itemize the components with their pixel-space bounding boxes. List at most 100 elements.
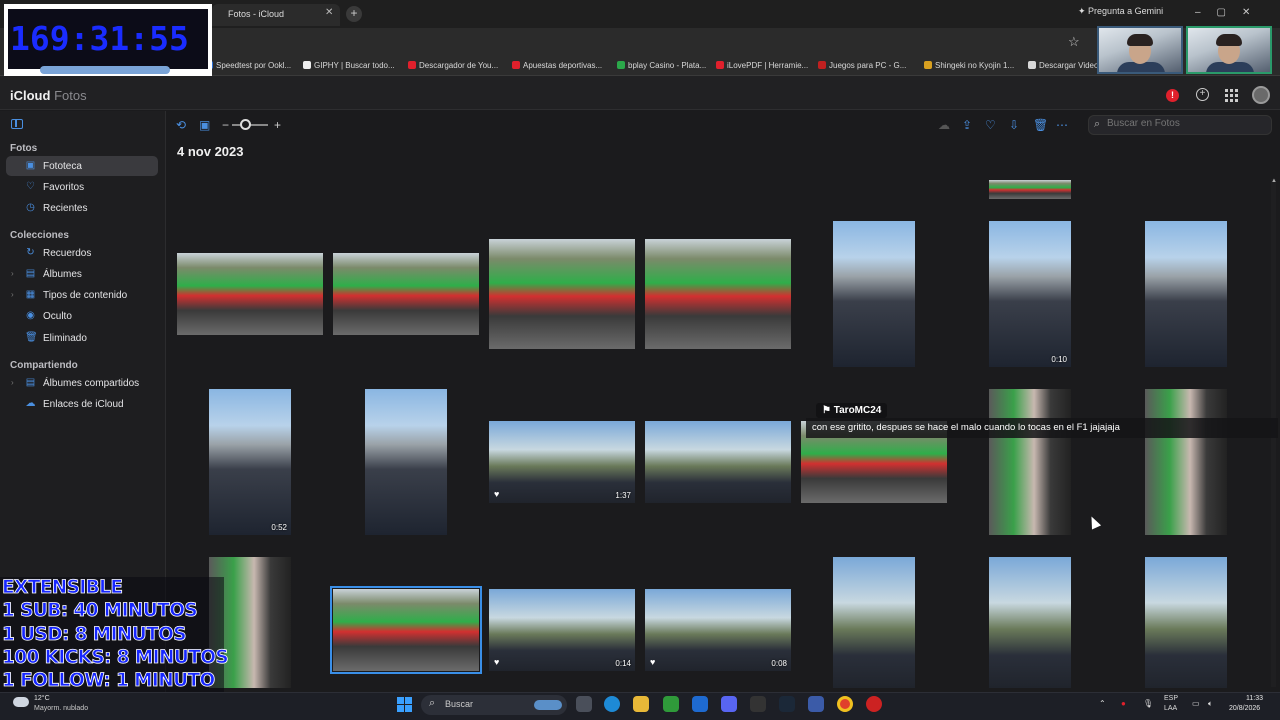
language-indicator[interactable]: ESP [1164, 695, 1178, 702]
task-view-icon[interactable] [576, 696, 592, 712]
video-thumbnail[interactable]: ♥ 0:14 [489, 589, 635, 671]
tray-overflow-icon[interactable]: ⌃ [1099, 699, 1106, 708]
search-input[interactable] [1107, 118, 1257, 129]
zoom-slider-knob[interactable] [240, 119, 251, 130]
cloud-weather-icon[interactable] [13, 697, 29, 707]
webcam-feed-2 [1186, 26, 1272, 74]
bookmark-item[interactable]: GIPHY | Buscar todo... [303, 61, 395, 70]
photo-thumbnail[interactable] [1145, 389, 1227, 535]
window-controls[interactable]: –▢✕ [1195, 7, 1266, 18]
clock-date[interactable]: 20/8/2026 [1229, 705, 1260, 712]
bookmark-item[interactable]: Speedtest por Ookl... [205, 61, 291, 70]
app-red-icon[interactable] [866, 696, 882, 712]
bookmark-label: iLovePDF | Herramie... [727, 61, 809, 70]
bookmark-star-icon[interactable]: ☆ [1068, 34, 1080, 50]
search-highlight-icon[interactable] [534, 700, 562, 710]
photo-thumbnail[interactable] [1145, 557, 1227, 688]
sidebar-item-tipos[interactable]: › ▦ Tipos de contenido [6, 285, 158, 305]
photo-thumbnail[interactable] [645, 421, 791, 503]
windows-start-icon[interactable] [397, 697, 412, 712]
sidebar-item-enlaces[interactable]: ☁ Enlaces de iCloud [6, 394, 158, 414]
bookmark-item[interactable]: iLovePDF | Herramie... [716, 61, 808, 70]
photo-thumbnail[interactable] [330, 586, 482, 674]
photo-thumbnail[interactable] [489, 239, 635, 349]
more-options-icon[interactable]: ⋯ [1056, 118, 1068, 132]
delete-icon[interactable]: 🗑︎ [1033, 118, 1048, 132]
bookmark-label: Shingeki no Kyojin 1... [935, 61, 1015, 70]
tab-icloud-photos[interactable]: Fotos - iCloud [212, 4, 340, 26]
photo-thumbnail[interactable] [1145, 221, 1227, 367]
chrome-icon[interactable] [837, 696, 853, 712]
gemini-button[interactable]: ✦ Pregunta a Gemini [1078, 6, 1163, 17]
volume-icon[interactable]: 🔈︎ [1208, 699, 1213, 709]
chevron-right-icon[interactable]: › [11, 290, 14, 299]
app-blue-icon[interactable] [692, 696, 708, 712]
favorite-heart-icon[interactable]: ♡ [985, 118, 996, 132]
video-thumbnail[interactable]: 0:52 [209, 389, 291, 535]
bookmark-favicon-icon [303, 61, 311, 69]
edge-icon[interactable] [604, 696, 620, 712]
sidebar-item-recientes[interactable]: ◷ Recientes [6, 198, 158, 218]
bookmark-item[interactable]: Juegos para PC - G... [818, 61, 906, 70]
network-icon[interactable]: ▭ [1192, 699, 1200, 708]
video-duration: 1:37 [615, 491, 631, 500]
heart-icon: ♡ [26, 181, 35, 192]
chevron-right-icon[interactable]: › [11, 378, 14, 387]
search-icon: ⌕ [1094, 118, 1101, 130]
video-thumbnail[interactable]: ♥ 0:08 [645, 589, 791, 671]
alert-icon[interactable]: ! [1166, 89, 1179, 102]
bookmark-item[interactable]: bplay Casino - Plata... [617, 61, 706, 70]
app-grid-icon[interactable] [1225, 89, 1239, 103]
bookmark-item[interactable]: Shingeki no Kyojin 1... [924, 61, 1014, 70]
sidebar-toggle-icon[interactable] [11, 119, 23, 129]
keyboard-layout[interactable]: LAA [1164, 705, 1177, 712]
sidebar-item-eliminado[interactable]: 🗑︎ Eliminado [6, 328, 158, 348]
photo-thumbnail[interactable] [645, 239, 791, 349]
microphone-icon[interactable]: 🎙︎ [1143, 699, 1153, 708]
photo-thumbnail[interactable] [833, 221, 915, 367]
photo-thumbnail[interactable] [333, 253, 479, 335]
chevron-right-icon[interactable]: › [11, 269, 14, 278]
photo-thumbnail[interactable] [365, 389, 447, 535]
file-explorer-icon[interactable] [633, 696, 649, 712]
view-mode-icon[interactable]: ▣ [199, 118, 210, 132]
bookmark-item[interactable]: Apuestas deportivas... [512, 61, 602, 70]
download-icon[interactable]: ⇩ [1009, 118, 1019, 132]
xbox-icon[interactable] [663, 696, 679, 712]
tray-app-icon[interactable]: ● [1121, 699, 1126, 708]
bookmark-favicon-icon [818, 61, 826, 69]
sidebar-item-fototeca[interactable]: ▣ Fototeca [6, 156, 158, 176]
sidebar-item-oculto[interactable]: ◉ Oculto [6, 306, 158, 326]
steam-icon[interactable] [779, 696, 795, 712]
sidebar-item-recuerdos[interactable]: ↻ Recuerdos [6, 243, 158, 263]
sidebar-item-label: Oculto [43, 311, 72, 322]
icloud-logo[interactable]: iCloud Fotos [10, 88, 87, 103]
add-circle-icon[interactable]: + [1196, 88, 1209, 101]
sidebar-item-favoritos[interactable]: ♡ Favoritos [6, 177, 158, 197]
video-thumbnail[interactable]: ♥ 1:37 [489, 421, 635, 503]
close-tab-icon[interactable]: ✕ [325, 7, 333, 18]
scroll-up-icon[interactable]: ▲ [1271, 178, 1277, 184]
sidebar-item-albumes-compartidos[interactable]: › ▤ Álbumes compartidos [6, 373, 158, 393]
account-avatar-icon[interactable] [1252, 86, 1270, 104]
photo-thumbnail[interactable] [989, 557, 1071, 688]
zoom-in-button[interactable]: + [274, 118, 281, 132]
sync-icon[interactable]: ⟲ [176, 118, 186, 132]
photo-thumbnail[interactable] [177, 253, 323, 335]
share-icon[interactable]: ⇪ [962, 118, 972, 132]
video-thumbnail[interactable]: 0:10 [989, 221, 1071, 367]
app-controller-icon[interactable] [808, 696, 824, 712]
bookmark-item[interactable]: Descargador de You... [408, 61, 498, 70]
epic-games-icon[interactable] [750, 696, 766, 712]
photo-thumbnail[interactable] [989, 180, 1071, 199]
new-tab-button[interactable]: + [346, 6, 362, 22]
upload-cloud-icon[interactable]: ☁ [938, 118, 950, 132]
sidebar-item-albumes[interactable]: › ▤ Álbumes [6, 264, 158, 284]
zoom-out-button[interactable]: − [222, 118, 229, 132]
bookmark-item[interactable]: Descargar Videos [1028, 61, 1102, 70]
discord-icon[interactable] [721, 696, 737, 712]
photo-thumbnail[interactable] [833, 557, 915, 688]
clock-time[interactable]: 11:33 [1246, 695, 1263, 702]
bookmark-favicon-icon [617, 61, 625, 69]
photo-thumbnail[interactable] [989, 389, 1071, 535]
